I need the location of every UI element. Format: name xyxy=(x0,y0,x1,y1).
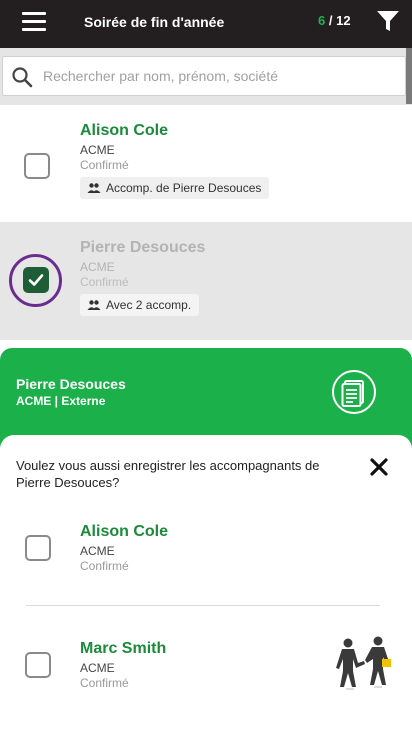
companion-company: ACME xyxy=(80,544,115,558)
top-bar: Soirée de fin d'année 6 / 12 xyxy=(0,0,412,48)
page-title: Soirée de fin d'année xyxy=(84,14,225,30)
dialog-question: Voulez vous aussi enregistrer les accomp… xyxy=(16,458,320,490)
companion-badge: Accomp. de Pierre Desouces xyxy=(80,177,270,199)
total-count: / 12 xyxy=(328,13,351,28)
search-box xyxy=(2,56,406,96)
companion-name: Marc Smith xyxy=(80,640,167,657)
guest-checkbox[interactable] xyxy=(23,267,49,293)
selected-guest-name: Pierre Desouces xyxy=(16,376,126,392)
guest-row[interactable]: Pierre Desouces ACME Confirmé Avec 2 acc… xyxy=(0,222,412,340)
search-bar xyxy=(0,48,412,104)
filter-icon[interactable] xyxy=(375,8,401,34)
handshake-icon xyxy=(336,636,391,690)
search-icon xyxy=(12,67,33,88)
companion-badge-label: Avec 2 accomp. xyxy=(106,298,192,312)
menu-icon[interactable] xyxy=(22,12,46,32)
divider xyxy=(26,605,380,606)
document-button[interactable] xyxy=(332,370,376,414)
scrollbar[interactable] xyxy=(406,48,412,104)
guest-checkbox[interactable] xyxy=(24,153,50,179)
guest-company: ACME xyxy=(80,143,115,157)
people-icon xyxy=(87,300,101,310)
check-icon xyxy=(28,274,44,286)
people-icon xyxy=(87,183,101,193)
companion-checkbox[interactable] xyxy=(25,652,51,678)
companion-status: Confirmé xyxy=(80,559,129,573)
companion-status: Confirmé xyxy=(80,676,129,690)
companion-badge: Avec 2 accomp. xyxy=(80,294,200,316)
companion-checkbox[interactable] xyxy=(25,535,51,561)
checkin-counter: 6 / 12 xyxy=(318,13,351,28)
checked-count: 6 xyxy=(318,13,326,28)
guest-name: Alison Cole xyxy=(80,122,169,139)
companion-company: ACME xyxy=(80,661,115,675)
guest-name: Pierre Desouces xyxy=(80,239,206,256)
companions-dialog: Voulez vous aussi enregistrer les accomp… xyxy=(0,435,412,739)
guest-status: Confirmé xyxy=(80,158,129,172)
companion-name: Alison Cole xyxy=(80,523,169,540)
guest-company: ACME xyxy=(80,260,115,274)
guest-status: Confirmé xyxy=(80,275,129,289)
close-icon[interactable] xyxy=(369,457,389,477)
selected-guest-subtitle: ACME | Externe xyxy=(16,394,106,408)
guest-row[interactable]: Alison Cole ACME Confirmé Accomp. de Pie… xyxy=(0,104,412,223)
search-input[interactable] xyxy=(43,57,403,95)
document-icon xyxy=(341,380,364,407)
guest-list: Alison Cole ACME Confirmé Accomp. de Pie… xyxy=(0,104,412,350)
companion-badge-label: Accomp. de Pierre Desouces xyxy=(106,181,262,195)
